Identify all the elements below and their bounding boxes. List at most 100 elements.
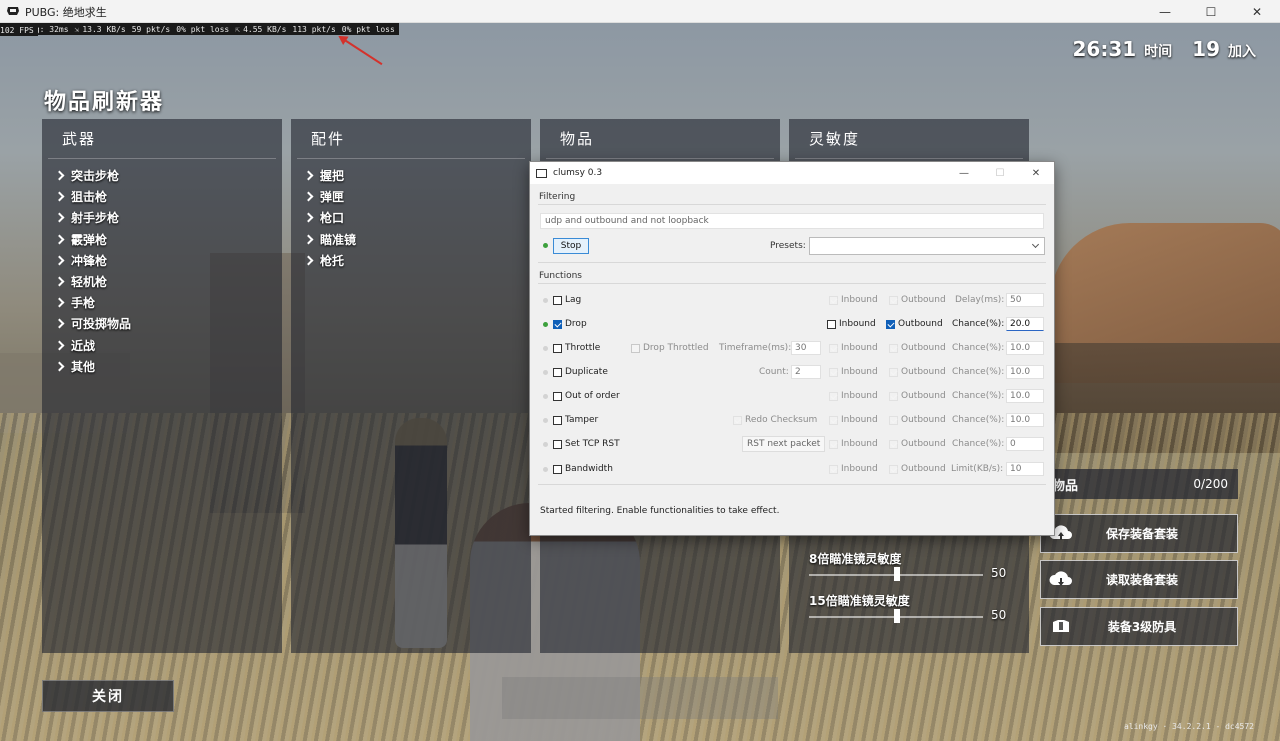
tamper-inbound-checkbox[interactable] [829, 415, 838, 425]
duplicate-toggle[interactable]: Duplicate [553, 364, 608, 380]
throttle-checkbox[interactable] [553, 343, 562, 353]
attachment-category[interactable]: 瞄准镜 [303, 229, 531, 250]
bandwidth-limit-input[interactable]: 10 [1006, 462, 1044, 476]
bandwidth-toggle[interactable]: Bandwidth [553, 461, 613, 477]
attachment-category[interactable]: 弹匣 [303, 186, 531, 207]
weapon-category[interactable]: 近战 [54, 335, 282, 356]
duplicate-outbound[interactable]: Outbound [889, 364, 946, 380]
tamper-toggle[interactable]: Tamper [553, 412, 598, 428]
stop-button[interactable]: Stop [553, 238, 589, 254]
ooo-outbound[interactable]: Outbound [889, 388, 946, 404]
lag-inbound[interactable]: Inbound [829, 292, 878, 308]
tamper-outbound-checkbox[interactable] [889, 415, 898, 425]
clumsy-maximize-button[interactable]: ☐ [982, 162, 1018, 184]
drop-throttled-checkbox[interactable] [631, 343, 640, 353]
rst-checkbox[interactable] [553, 439, 562, 449]
lag-outbound[interactable]: Outbound [889, 292, 946, 308]
clumsy-app-icon [536, 168, 547, 178]
duplicate-inbound-checkbox[interactable] [829, 367, 838, 377]
throttle-outbound[interactable]: Outbound [889, 340, 946, 356]
ooo-checkbox[interactable] [553, 391, 562, 401]
throttle-chance-input[interactable]: 10.0 [1006, 341, 1044, 355]
clumsy-close-button[interactable]: ✕ [1018, 162, 1054, 184]
weapon-category[interactable]: 狙击枪 [54, 186, 282, 207]
rst-inbound[interactable]: Inbound [829, 436, 878, 452]
tamper-chance-input[interactable]: 10.0 [1006, 413, 1044, 427]
bandwidth-inbound-checkbox[interactable] [829, 464, 838, 474]
duplicate-outbound-checkbox[interactable] [889, 367, 898, 377]
attachment-category[interactable]: 枪口 [303, 207, 531, 228]
drop-throttled-option[interactable]: Drop Throttled [631, 340, 709, 356]
weapon-category[interactable]: 霰弹枪 [54, 229, 282, 250]
presets-dropdown[interactable] [809, 237, 1045, 255]
throttle-row: Throttle Drop Throttled Timeframe(ms): 3… [530, 340, 1056, 356]
lag-checkbox[interactable] [553, 295, 562, 305]
close-spawner-button[interactable]: 关闭 [42, 680, 174, 712]
duplicate-inbound[interactable]: Inbound [829, 364, 878, 380]
throttle-inbound-checkbox[interactable] [829, 343, 838, 353]
sensitivity-slider-handle[interactable] [894, 567, 900, 581]
drop-chance-input[interactable]: 20.0 [1006, 317, 1044, 331]
tamper-inbound[interactable]: Inbound [829, 412, 878, 428]
weapon-category[interactable]: 射手步枪 [54, 207, 282, 228]
bandwidth-inbound[interactable]: Inbound [829, 461, 878, 477]
save-loadout-button[interactable]: 保存装备套装 [1040, 514, 1238, 553]
weapon-category[interactable]: 轻机枪 [54, 271, 282, 292]
tamper-outbound[interactable]: Outbound [889, 412, 946, 428]
duplicate-chance-input[interactable]: 10.0 [1006, 365, 1044, 379]
duplicate-checkbox[interactable] [553, 367, 562, 377]
maximize-button[interactable]: ☐ [1188, 0, 1234, 23]
ooo-inbound-checkbox[interactable] [829, 391, 838, 401]
rst-outbound-checkbox[interactable] [889, 439, 898, 449]
minimize-button[interactable]: — [1142, 0, 1188, 23]
attachment-category[interactable]: 握把 [303, 165, 531, 186]
lag-delay-input[interactable]: 50 [1006, 293, 1044, 307]
throttle-toggle[interactable]: Throttle [553, 340, 600, 356]
weapon-category[interactable]: 冲锋枪 [54, 250, 282, 271]
drop-outbound-checkbox[interactable] [886, 319, 895, 329]
rst-next-packet-button[interactable]: RST next packet [742, 436, 826, 452]
weapon-category[interactable]: 其他 [54, 356, 282, 377]
upload-icon: ⇱ [235, 24, 241, 34]
equip-armor-label: 装备3级防具 [1107, 620, 1177, 634]
clumsy-minimize-button[interactable]: — [946, 162, 982, 184]
ooo-inbound[interactable]: Inbound [829, 388, 878, 404]
drop-inbound-checkbox[interactable] [827, 319, 836, 329]
weapon-category[interactable]: 突击步枪 [54, 165, 282, 186]
drop-checkbox[interactable] [553, 319, 562, 329]
duplicate-count-input[interactable]: 2 [791, 365, 821, 379]
drop-row: Drop Inbound Outbound Chance(%): 20.0 [530, 316, 1056, 332]
load-loadout-button[interactable]: 读取装备套装 [1040, 560, 1238, 599]
rst-outbound[interactable]: Outbound [889, 436, 946, 452]
drop-toggle[interactable]: Drop [553, 316, 587, 332]
ooo-toggle[interactable]: Out of order [553, 388, 620, 404]
clumsy-window: clumsy 0.3 — ☐ ✕ Filtering udp and outbo… [529, 161, 1055, 536]
drop-inbound[interactable]: Inbound [827, 316, 876, 332]
bandwidth-outbound[interactable]: Outbound [889, 461, 946, 477]
rst-inbound-checkbox[interactable] [829, 439, 838, 449]
ooo-outbound-checkbox[interactable] [889, 391, 898, 401]
bandwidth-outbound-checkbox[interactable] [889, 464, 898, 474]
redo-checksum-option[interactable]: Redo Checksum [733, 412, 817, 428]
lag-toggle[interactable]: Lag [553, 292, 581, 308]
weapon-category[interactable]: 可投掷物品 [54, 313, 282, 334]
throttle-inbound[interactable]: Inbound [829, 340, 878, 356]
sensitivity-slider-handle[interactable] [894, 609, 900, 623]
lag-row: Lag Inbound Outbound Delay(ms): 50 [530, 292, 1056, 308]
throttle-outbound-checkbox[interactable] [889, 343, 898, 353]
timeframe-input[interactable]: 30 [791, 341, 821, 355]
weapon-category[interactable]: 手枪 [54, 292, 282, 313]
attachment-category[interactable]: 枪托 [303, 250, 531, 271]
drop-outbound[interactable]: Outbound [886, 316, 943, 332]
bandwidth-checkbox[interactable] [553, 464, 562, 474]
ooo-chance-input[interactable]: 10.0 [1006, 389, 1044, 403]
rst-toggle[interactable]: Set TCP RST [553, 436, 620, 452]
tamper-checkbox[interactable] [553, 415, 562, 425]
lag-outbound-checkbox[interactable] [889, 295, 898, 305]
equip-armor-button[interactable]: 装备3级防具 [1040, 607, 1238, 646]
redo-checksum-checkbox[interactable] [733, 415, 742, 425]
rst-chance-input[interactable]: 0 [1006, 437, 1044, 451]
lag-inbound-checkbox[interactable] [829, 295, 838, 305]
close-window-button[interactable]: ✕ [1234, 0, 1280, 23]
filter-input[interactable]: udp and outbound and not loopback [540, 213, 1044, 229]
